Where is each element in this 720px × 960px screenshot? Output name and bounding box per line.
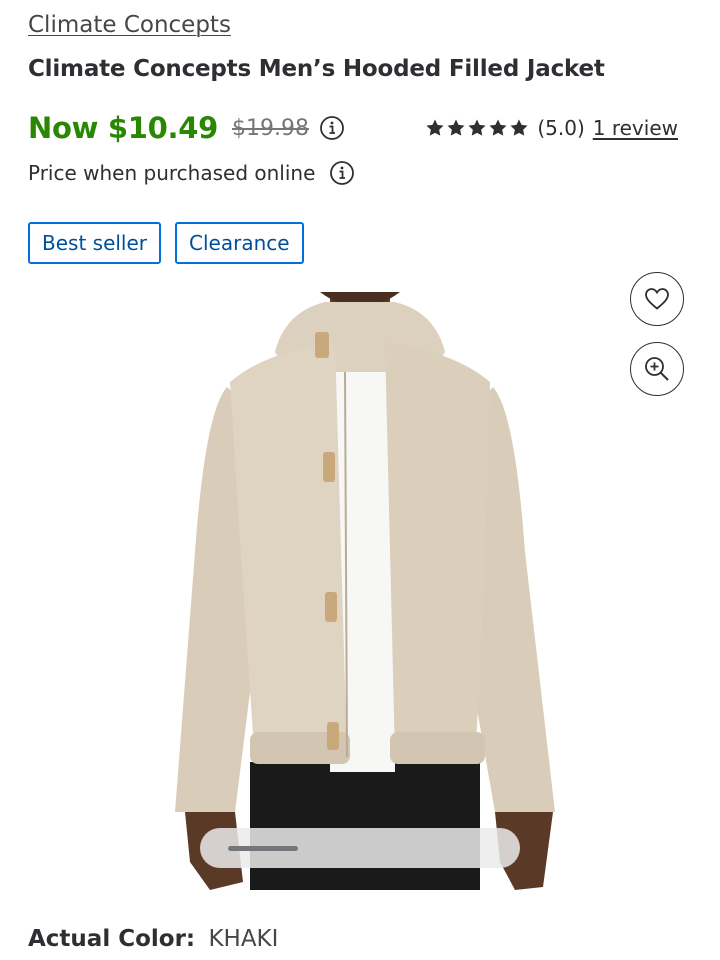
badge-best-seller: Best seller bbox=[28, 222, 162, 264]
star-icon bbox=[426, 119, 444, 136]
info-circle-icon[interactable] bbox=[319, 115, 345, 141]
badge-list: Best seller Clearance bbox=[28, 222, 304, 264]
rating: (5.0) 1 review bbox=[425, 114, 678, 142]
star-rating bbox=[425, 118, 529, 138]
image-scroll-track[interactable] bbox=[200, 828, 520, 868]
reviews-link[interactable]: 1 review bbox=[593, 116, 678, 140]
price-note: Price when purchased online bbox=[28, 161, 316, 185]
current-price: Now $10.49 bbox=[28, 111, 218, 145]
actual-color-value: KHAKI bbox=[208, 926, 279, 952]
star-icon bbox=[489, 119, 507, 136]
price-row: Now $10.49 $19.98 bbox=[28, 108, 345, 148]
actual-color: Actual Color: KHAKI bbox=[28, 926, 278, 952]
zoom-in-icon bbox=[645, 357, 669, 381]
product-image[interactable] bbox=[155, 292, 565, 890]
product-title: Climate Concepts Men’s Hooded Filled Jac… bbox=[28, 56, 605, 82]
star-icon bbox=[447, 119, 465, 136]
was-price: $19.98 bbox=[232, 115, 309, 141]
info-circle-icon[interactable] bbox=[329, 160, 355, 186]
actual-color-label: Actual Color: bbox=[28, 926, 196, 952]
rating-value: (5.0) bbox=[537, 116, 585, 140]
heart-icon bbox=[645, 288, 669, 310]
star-icon bbox=[468, 119, 486, 136]
brand-link[interactable]: Climate Concepts bbox=[28, 12, 231, 38]
badge-clearance: Clearance bbox=[175, 222, 304, 264]
favorite-button[interactable] bbox=[630, 272, 684, 326]
star-icon bbox=[510, 119, 528, 136]
image-scroll-thumb[interactable] bbox=[228, 846, 298, 851]
zoom-button[interactable] bbox=[630, 342, 684, 396]
price-note-row: Price when purchased online bbox=[28, 158, 355, 188]
